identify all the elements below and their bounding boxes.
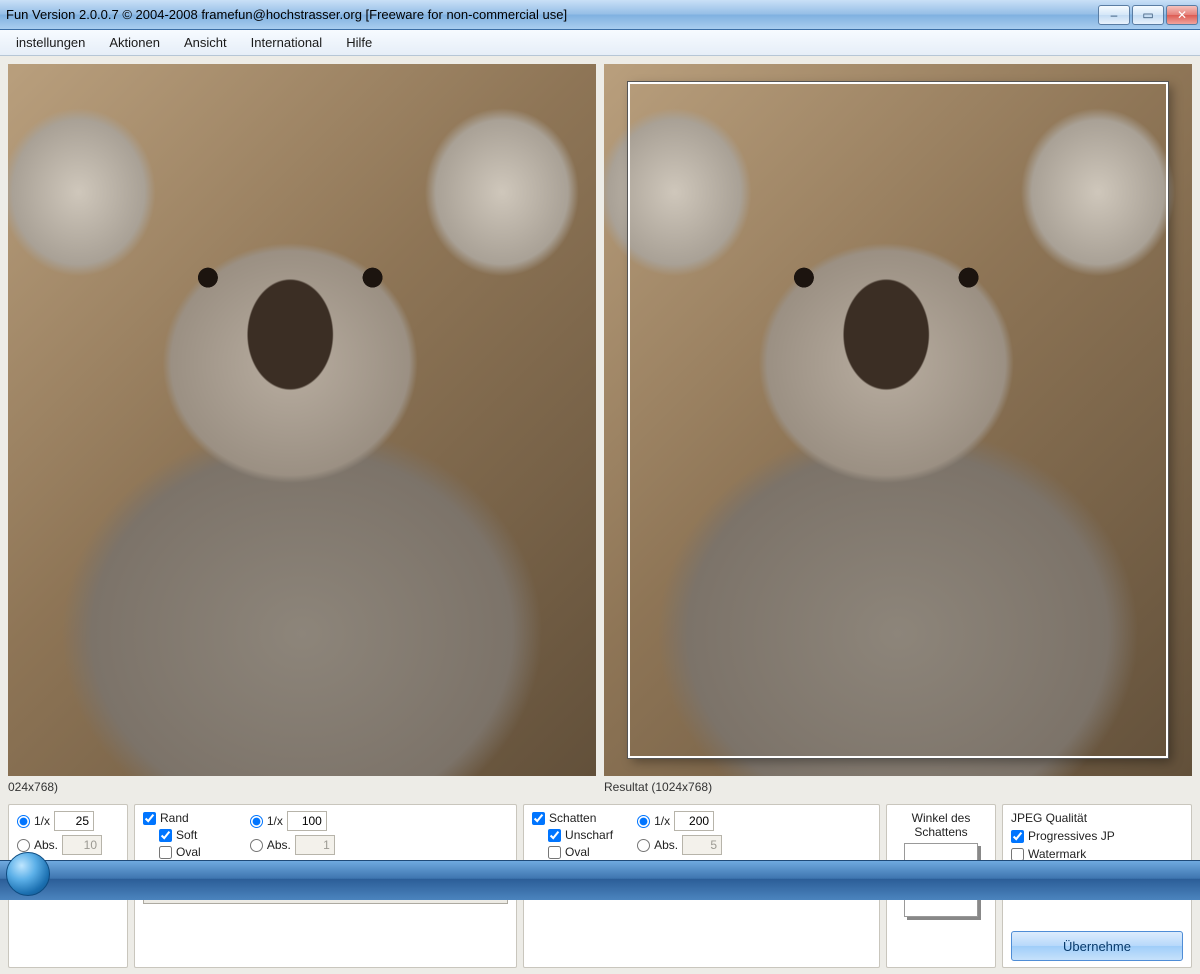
- window-controls: – ▭ ✕: [1098, 5, 1200, 25]
- jpeg-title: JPEG Qualität: [1011, 811, 1183, 825]
- size-abs-radio[interactable]: [17, 839, 30, 852]
- size-ratio-row: 1/x: [17, 811, 119, 831]
- rand-oval-row: Oval: [159, 845, 220, 859]
- schatten-unscharf-row: Unscharf: [548, 828, 613, 842]
- schatten-ratio-radio[interactable]: [637, 815, 650, 828]
- size-ratio-value[interactable]: [54, 811, 94, 831]
- source-dimensions-label: 024x768): [8, 780, 596, 794]
- schatten-ratio-label: 1/x: [654, 814, 670, 828]
- rand-oval-checkbox[interactable]: [159, 846, 172, 859]
- rand-abs-row: Abs.: [250, 835, 335, 855]
- jpeg-progressive-checkbox[interactable]: [1011, 830, 1024, 843]
- minimize-button[interactable]: –: [1098, 5, 1130, 25]
- size-ratio-radio[interactable]: [17, 815, 30, 828]
- schatten-ratio-value[interactable]: [674, 811, 714, 831]
- jpeg-progressive-row: Progressives JP: [1011, 829, 1183, 843]
- rand-abs-label: Abs.: [267, 838, 291, 852]
- schatten-oval-row: Oval: [548, 845, 613, 859]
- jpeg-watermark-checkbox[interactable]: [1011, 848, 1024, 861]
- start-button[interactable]: [6, 852, 50, 896]
- menu-bar: instellungen Aktionen Ansicht Internatio…: [0, 30, 1200, 56]
- maximize-button[interactable]: ▭: [1132, 5, 1164, 25]
- source-pane: 024x768): [8, 64, 596, 796]
- apply-button[interactable]: Übernehme: [1011, 931, 1183, 961]
- schatten-abs-label: Abs.: [654, 838, 678, 852]
- menu-aktionen[interactable]: Aktionen: [99, 33, 170, 52]
- result-dimensions-label: Resultat (1024x768): [604, 780, 1192, 794]
- rand-soft-label: Soft: [176, 828, 197, 842]
- title-bar: Fun Version 2.0.0.7 © 2004-2008 framefun…: [0, 0, 1200, 30]
- schatten-checkbox-row: Schatten: [532, 811, 613, 825]
- rand-ratio-label: 1/x: [267, 814, 283, 828]
- result-preview: [604, 64, 1192, 776]
- schatten-unscharf-label: Unscharf: [565, 828, 613, 842]
- schatten-checkbox[interactable]: [532, 812, 545, 825]
- schatten-oval-checkbox[interactable]: [548, 846, 561, 859]
- jpeg-watermark-label: Watermark: [1028, 847, 1086, 861]
- rand-ratio-radio[interactable]: [250, 815, 263, 828]
- rand-abs-value[interactable]: [295, 835, 335, 855]
- rand-ratio-value[interactable]: [287, 811, 327, 831]
- window-title: Fun Version 2.0.0.7 © 2004-2008 framefun…: [6, 7, 567, 22]
- rand-soft-row: Soft: [159, 828, 220, 842]
- schatten-abs-row: Abs.: [637, 835, 819, 855]
- menu-einstellungen[interactable]: instellungen: [6, 33, 95, 52]
- frame-overlay: [628, 82, 1168, 758]
- schatten-label: Schatten: [549, 811, 596, 825]
- winkel-label: Winkel des Schattens: [895, 811, 987, 839]
- rand-checkbox[interactable]: [143, 812, 156, 825]
- result-pane: Resultat (1024x768): [604, 64, 1192, 796]
- schatten-ratio-row: 1/x: [637, 811, 819, 831]
- jpeg-watermark-row: Watermark: [1011, 847, 1183, 861]
- schatten-oval-label: Oval: [565, 845, 590, 859]
- content-area: 024x768) Resultat (1024x768): [0, 56, 1200, 804]
- menu-international[interactable]: International: [241, 33, 333, 52]
- size-abs-value[interactable]: [62, 835, 102, 855]
- schatten-abs-radio[interactable]: [637, 839, 650, 852]
- schatten-unscharf-checkbox[interactable]: [548, 829, 561, 842]
- rand-ratio-row: 1/x: [250, 811, 335, 831]
- source-preview: [8, 64, 596, 776]
- schatten-abs-value[interactable]: [682, 835, 722, 855]
- source-image: [8, 64, 596, 776]
- size-ratio-label: 1/x: [34, 814, 50, 828]
- jpeg-progressive-label: Progressives JP: [1028, 829, 1115, 843]
- rand-abs-radio[interactable]: [250, 839, 263, 852]
- size-abs-label: Abs.: [34, 838, 58, 852]
- rand-soft-checkbox[interactable]: [159, 829, 172, 842]
- menu-hilfe[interactable]: Hilfe: [336, 33, 382, 52]
- rand-label: Rand: [160, 811, 189, 825]
- menu-ansicht[interactable]: Ansicht: [174, 33, 237, 52]
- rand-checkbox-row: Rand: [143, 811, 220, 825]
- rand-oval-label: Oval: [176, 845, 201, 859]
- close-button[interactable]: ✕: [1166, 5, 1198, 25]
- taskbar[interactable]: [0, 860, 1200, 900]
